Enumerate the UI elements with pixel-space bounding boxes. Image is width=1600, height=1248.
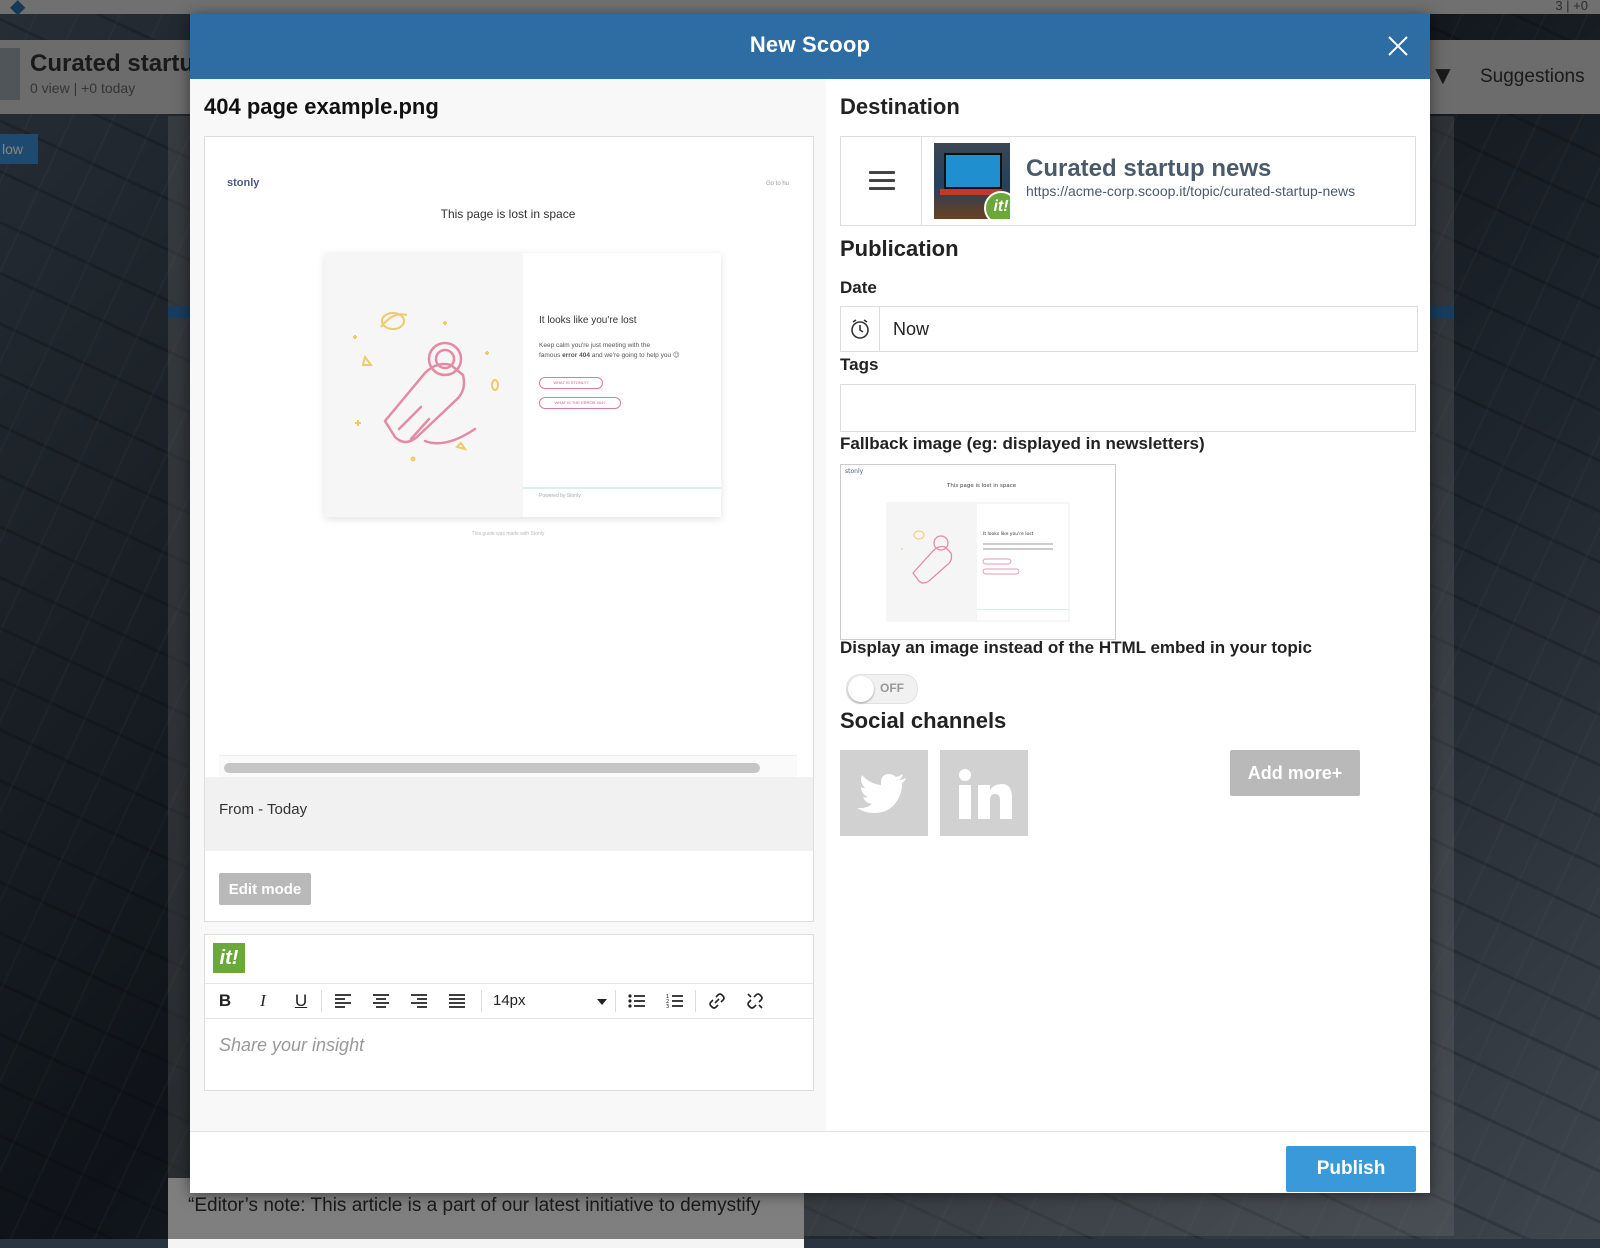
preview-pill-what-is-stonly: WHAT IS STONLY? <box>539 377 603 389</box>
add-more-button[interactable]: Add more+ <box>1230 750 1360 796</box>
date-value: Now <box>893 319 930 339</box>
file-name: 404 page example.png <box>204 94 439 119</box>
topic-name: Curated startup news <box>1026 155 1272 182</box>
insight-editor: it! B I U 14px 1 2 3 Share your insight <box>204 934 814 1091</box>
numbered-list-icon[interactable]: 123 <box>661 988 689 1014</box>
italic-icon[interactable]: I <box>249 988 277 1014</box>
preview-desc-line-2b: error 404 <box>562 352 590 359</box>
preview-description: Keep calm you're just meeting with the f… <box>539 341 709 361</box>
editor-toolbar: B I U 14px 1 2 3 <box>205 983 813 1019</box>
preview-logo: stonly <box>227 177 260 189</box>
source-date: From - Today <box>219 801 308 818</box>
scoopit-it-logo: it! <box>213 943 245 973</box>
bold-icon[interactable]: B <box>211 988 239 1014</box>
social-channels-title: Social channels <box>840 708 1007 733</box>
preview-scrollbar[interactable] <box>219 755 797 778</box>
align-left-icon[interactable] <box>329 988 357 1014</box>
preview-lost-title: It looks like you're lost <box>539 315 637 326</box>
preview-footer: Powered by Stonly <box>539 493 581 499</box>
topic-url: https://acme-corp.scoop.it/topic/curated… <box>1026 183 1356 199</box>
close-icon[interactable] <box>1384 32 1412 60</box>
underline-icon[interactable]: U <box>287 988 315 1014</box>
publish-button[interactable]: Publish <box>1286 1146 1416 1192</box>
preview-desc-line-2a: famous <box>539 352 563 359</box>
toolbar-separator <box>321 990 322 1012</box>
scoopit-badge-icon: it! <box>984 191 1010 219</box>
svg-text:It looks like you're lost: It looks like you're lost <box>983 531 1034 537</box>
preview-scrollbar-thumb[interactable] <box>224 763 760 773</box>
twitter-icon[interactable] <box>840 750 928 836</box>
align-right-icon[interactable] <box>405 988 433 1014</box>
modal-footer: Publish <box>190 1131 1430 1193</box>
display-image-toggle[interactable]: OFF <box>846 674 918 704</box>
destination-title: Destination <box>840 94 960 119</box>
font-size-select[interactable]: 14px <box>493 989 611 1013</box>
link-icon[interactable] <box>703 988 731 1014</box>
edit-mode-button[interactable]: Edit mode <box>219 873 311 905</box>
preview-desc-line-1: Keep calm you're just meeting with the <box>539 342 651 349</box>
toggle-knob <box>848 676 874 702</box>
fallback-image[interactable]: stonly This page is lost in space It loo… <box>840 464 1116 640</box>
linkedin-icon[interactable] <box>940 750 1028 836</box>
destination-topic[interactable]: it! Curated startup news https://acme-co… <box>840 136 1416 226</box>
svg-text:3: 3 <box>666 1004 669 1009</box>
modal-title: New Scoop <box>749 32 871 57</box>
display-image-label: Display an image instead of the HTML emb… <box>840 638 1312 657</box>
preview-text-panel: It looks like you're lost Keep calm you'… <box>523 253 721 489</box>
toolbar-separator <box>481 990 482 1012</box>
preview-box: stonly Go to hu This page is lost in spa… <box>204 136 814 922</box>
date-label: Date <box>840 278 877 297</box>
clock-icon <box>841 307 880 351</box>
preview-card: It looks like you're lost Keep calm you'… <box>325 253 721 517</box>
align-center-icon[interactable] <box>367 988 395 1014</box>
modal-header: New Scoop <box>190 14 1430 79</box>
toolbar-separator <box>615 990 616 1012</box>
preview-pill-what-is-error: WHAT IS THE ERROR 404? <box>539 397 621 409</box>
publication-title: Publication <box>840 236 959 261</box>
fallback-image-label: Fallback image (eg: displayed in newslet… <box>840 434 1205 453</box>
preview-meta: From - Today <box>205 777 813 851</box>
unlink-icon[interactable] <box>741 988 769 1014</box>
chevron-down-icon <box>597 999 607 1005</box>
new-scoop-modal: New Scoop 404 page example.png stonly Go… <box>190 14 1430 1193</box>
font-size-value: 14px <box>493 992 526 1009</box>
preview-illustration <box>325 253 523 517</box>
topic-thumbnail: it! <box>934 143 1010 219</box>
preview-goto: Go to hu <box>765 181 789 187</box>
align-justify-icon[interactable] <box>443 988 471 1014</box>
topic-thumbnail-screen <box>944 153 1002 189</box>
preview-bottom-note: This guide was made with Stonly <box>471 531 545 537</box>
image-preview[interactable]: stonly Go to hu This page is lost in spa… <box>219 171 797 755</box>
preview-desc-line-2c: and we're going to help you 😉 <box>589 352 680 359</box>
bullet-list-icon[interactable] <box>623 988 651 1014</box>
insight-input[interactable]: Share your insight <box>219 1035 364 1056</box>
toolbar-separator <box>695 990 696 1012</box>
svg-text:stonly: stonly <box>845 468 864 475</box>
svg-text:This page is lost in space: This page is lost in space <box>946 483 1017 489</box>
hamburger-menu-icon[interactable] <box>841 137 922 225</box>
toggle-state: OFF <box>880 681 904 695</box>
preview-heading: This page is lost in space <box>440 207 576 221</box>
tags-input[interactable] <box>840 384 1416 432</box>
date-field[interactable]: Now <box>840 306 1418 352</box>
tags-label: Tags <box>840 355 879 374</box>
